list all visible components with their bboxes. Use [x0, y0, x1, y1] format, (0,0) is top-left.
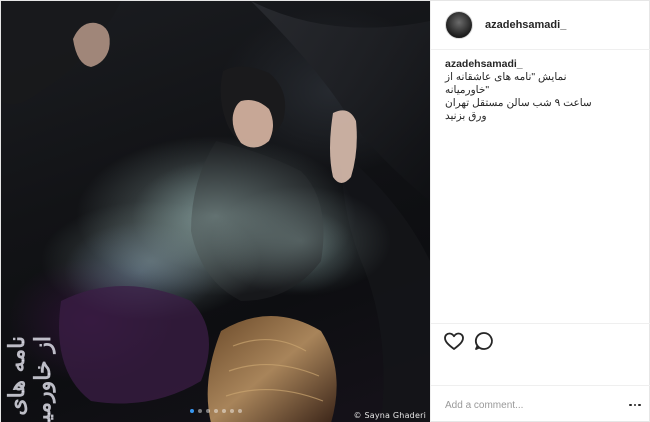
- caption-line-2: "خاورمیانه: [445, 84, 490, 96]
- carousel-dot[interactable]: [213, 409, 218, 413]
- more-dot: [638, 403, 641, 407]
- carousel-dot[interactable]: [189, 409, 194, 413]
- carousel-dot[interactable]: [221, 409, 226, 413]
- comment-input[interactable]: [445, 397, 615, 413]
- caption-line-4: ورق بزنید: [445, 110, 487, 122]
- post-caption: azadehsamadi_ نمایش "نامه های عاشقانه از…: [445, 58, 641, 123]
- carousel-dot[interactable]: [205, 409, 210, 413]
- header-username-link[interactable]: azadehsamadi_: [485, 19, 566, 31]
- more-dot: [629, 403, 632, 407]
- more-options-icon[interactable]: [626, 396, 644, 414]
- post-header: azadehsamadi_: [431, 1, 650, 50]
- post-side-panel: azadehsamadi_ azadehsamadi_ نمایش "نامه …: [430, 1, 650, 422]
- comment-button[interactable]: [472, 329, 496, 353]
- more-dot: [633, 403, 637, 407]
- post-frame: نامه های عاشقانه از خاورمیانه © Sayna Gh…: [0, 0, 650, 422]
- heart-icon: [444, 332, 464, 350]
- caption-line-3: ساعت ۹ شب سالن مستقل تهران: [445, 97, 592, 109]
- caption-username-link[interactable]: azadehsamadi_: [445, 58, 523, 70]
- carousel-dot[interactable]: [237, 409, 242, 413]
- photo-credit: © Sayna Ghaderi: [353, 411, 426, 420]
- action-bar: [431, 323, 650, 359]
- carousel-dot[interactable]: [197, 409, 202, 413]
- caption-line-1: نمایش "نامه های عاشقانه از: [445, 71, 567, 83]
- comment-bubble-icon: [474, 332, 493, 350]
- comment-bar: [431, 385, 650, 422]
- avatar[interactable]: [445, 11, 473, 39]
- carousel-dot[interactable]: [229, 409, 234, 413]
- post-photo[interactable]: نامه های عاشقانه از خاورمیانه © Sayna Gh…: [1, 1, 430, 422]
- like-button[interactable]: [442, 329, 466, 353]
